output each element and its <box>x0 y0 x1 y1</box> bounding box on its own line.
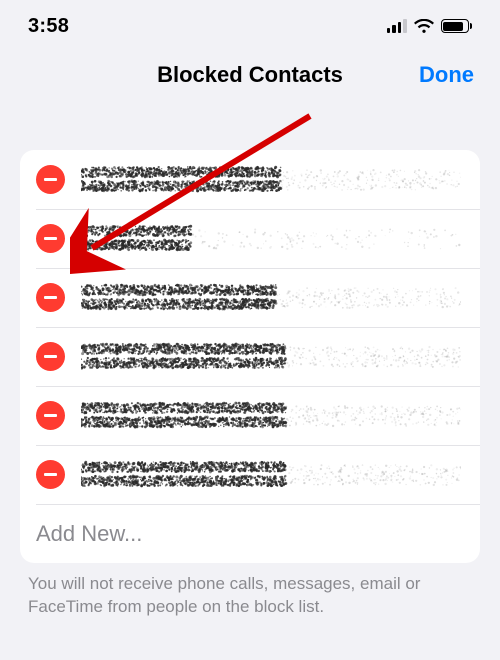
contact-name-redacted <box>81 164 464 196</box>
status-time: 3:58 <box>28 15 69 38</box>
wifi-icon <box>414 19 434 34</box>
blocked-contacts-list: Add New... <box>20 150 480 563</box>
list-item[interactable] <box>20 150 480 209</box>
contact-name-redacted <box>81 400 464 432</box>
remove-contact-button[interactable] <box>36 460 65 489</box>
list-item[interactable] <box>20 445 480 504</box>
remove-contact-button[interactable] <box>36 401 65 430</box>
contact-name-redacted <box>81 282 464 314</box>
footer-note: You will not receive phone calls, messag… <box>28 573 472 619</box>
remove-contact-button[interactable] <box>36 165 65 194</box>
status-icons <box>387 19 473 34</box>
page-title: Blocked Contacts <box>157 62 343 88</box>
nav-header: Blocked Contacts Done <box>0 48 500 102</box>
list-item[interactable] <box>20 209 480 268</box>
cellular-icon <box>387 19 407 33</box>
remove-contact-button[interactable] <box>36 224 65 253</box>
contact-name-redacted <box>81 223 464 255</box>
add-new-row[interactable]: Add New... <box>20 504 480 563</box>
remove-contact-button[interactable] <box>36 283 65 312</box>
status-bar: 3:58 <box>0 0 500 48</box>
contact-name-redacted <box>81 341 464 373</box>
list-item[interactable] <box>20 386 480 445</box>
done-button[interactable]: Done <box>419 62 474 88</box>
list-item[interactable] <box>20 268 480 327</box>
battery-icon <box>441 19 473 33</box>
list-item[interactable] <box>20 327 480 386</box>
add-new-label: Add New... <box>36 521 142 547</box>
remove-contact-button[interactable] <box>36 342 65 371</box>
contact-name-redacted <box>81 459 464 491</box>
